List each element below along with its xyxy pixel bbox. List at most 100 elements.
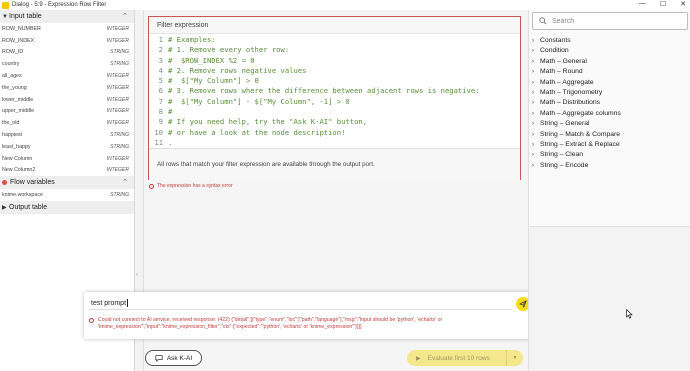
- function-category-item[interactable]: › Math – Aggregate columns: [532, 109, 621, 119]
- function-description-area: [529, 226, 690, 371]
- column-type: STRING: [110, 61, 129, 68]
- column-row[interactable]: ROW_ID STRING: [0, 47, 134, 59]
- chevron-right-icon: ›: [532, 141, 534, 148]
- code-text: .: [168, 137, 173, 147]
- chevron-right-icon: ›: [532, 131, 534, 138]
- column-row[interactable]: all_ages INTEGER: [0, 70, 134, 82]
- function-catalog-panel: Search › Constants › Condition › Math – Gener…: [528, 10, 690, 371]
- function-category-item[interactable]: › Math – Distributions: [532, 98, 621, 108]
- mouse-cursor-icon: [626, 309, 633, 319]
- search-icon: [539, 17, 547, 25]
- window-title: Dialog - 5:9 - Expression Row Filter: [12, 2, 107, 8]
- function-category-item[interactable]: › Constants: [532, 36, 621, 46]
- kai-prompt-input[interactable]: test prompt: [89, 297, 512, 310]
- function-search-input[interactable]: Search: [532, 12, 688, 30]
- collapse-caret-icon[interactable]: ⌃: [122, 178, 128, 186]
- function-category-item[interactable]: › String – Clean: [532, 150, 621, 160]
- minimize-button[interactable]: —: [639, 0, 646, 8]
- function-category-label: Math – Aggregate: [540, 78, 594, 86]
- chat-bubble-icon: [155, 355, 163, 362]
- chevron-right-icon: ›: [532, 58, 534, 65]
- function-category-item[interactable]: › Math – Round: [532, 67, 621, 77]
- column-row[interactable]: ROW_NUMBER INTEGER: [0, 23, 134, 35]
- function-category-item[interactable]: › String – General: [532, 119, 621, 129]
- chevron-right-icon: ›: [532, 162, 534, 169]
- input-table-header[interactable]: ▼ Input table ⌃: [0, 10, 134, 23]
- error-dot-icon: [2, 180, 7, 186]
- chevron-right-icon: ›: [532, 121, 534, 128]
- column-row[interactable]: ROW_INDEX INTEGER: [0, 35, 134, 47]
- editor-title: Filter expression: [149, 17, 520, 34]
- kai-error-text: Could not connect to AI service, receive…: [98, 317, 443, 330]
- code-text: #: [168, 107, 173, 117]
- column-row[interactable]: lower_middle INTEGER: [0, 94, 134, 106]
- function-category-item[interactable]: › Math – Trigonometry: [532, 88, 621, 98]
- code-line: 1 # Examples:: [149, 35, 520, 45]
- column-row[interactable]: upper_middle INTEGER: [0, 106, 134, 118]
- error-circle-icon: [149, 183, 154, 189]
- chevron-right-icon: ›: [532, 48, 534, 55]
- evaluate-dropdown-button[interactable]: ▼: [506, 350, 523, 366]
- column-row[interactable]: New Column2 INTEGER: [0, 165, 134, 177]
- code-text: # or have a look at the node description…: [168, 127, 346, 137]
- column-type: STRING: [110, 143, 129, 150]
- column-name: ROW_ID: [2, 49, 24, 56]
- column-name: ROW_NUMBER: [2, 25, 41, 32]
- function-category-label: Condition: [540, 47, 569, 55]
- kai-prompt-popup: test prompt Could not connect to AI serv…: [84, 292, 536, 339]
- function-category-item[interactable]: › String – Match & Compare: [532, 130, 621, 140]
- function-category-label: Math – General: [540, 57, 587, 65]
- code-line: 7 # $["My Column"] - $["My Column", -1] >…: [149, 97, 520, 107]
- play-icon: ▶: [416, 355, 421, 362]
- column-row[interactable]: the_old INTEGER: [0, 117, 134, 129]
- function-category-item[interactable]: › String – Encode: [532, 161, 621, 171]
- code-line: 3 # $ROW_INDEX %2 = 0: [149, 56, 520, 66]
- column-row[interactable]: country STRING: [0, 58, 134, 70]
- function-category-item[interactable]: › Math – General: [532, 57, 621, 67]
- flow-variable-row[interactable]: knime.workspace STRING: [0, 189, 134, 201]
- flow-variable-name: knime.workspace: [2, 192, 43, 199]
- code-text: # $ROW_INDEX %2 = 0: [168, 55, 255, 65]
- kai-error-message: Could not connect to AI service, receive…: [89, 317, 529, 331]
- collapse-left-icon[interactable]: ‹: [136, 272, 138, 278]
- column-name: lower_middle: [2, 96, 34, 103]
- line-number: 5: [158, 76, 163, 86]
- syntax-error-text: The expression has a syntax error: [157, 183, 233, 189]
- column-list: ROW_NUMBER INTEGER ROW_INDEX INTEGER ROW_ID S…: [0, 23, 134, 176]
- line-number: 3: [158, 55, 163, 65]
- output-table-header[interactable]: ▶ Output table: [0, 201, 134, 215]
- close-button[interactable]: ✕: [680, 0, 686, 8]
- line-number: 8: [158, 107, 163, 117]
- column-name: all_ages: [2, 73, 22, 80]
- code-text: # 2. Remove rows negative values: [168, 65, 307, 75]
- code-editor[interactable]: 1 # Examples: 2 # 1. Remove every other row…: [149, 35, 520, 147]
- code-text: # If you need help, try the "Ask K-AI" b…: [168, 117, 368, 127]
- chevron-right-icon: ›: [532, 100, 534, 107]
- column-row[interactable]: happiest STRING: [0, 129, 134, 141]
- collapse-caret-icon[interactable]: ⌃: [122, 12, 128, 20]
- column-type: INTEGER: [106, 96, 129, 103]
- code-line: 5 # $["My Column"] > 0: [149, 76, 520, 86]
- flow-variables-header[interactable]: Flow variables ⌃: [0, 176, 134, 190]
- function-category-item[interactable]: › String – Extract & Replace: [532, 140, 621, 150]
- input-table-title: Input table: [9, 13, 42, 20]
- column-type: STRING: [110, 49, 129, 56]
- column-name: ROW_INDEX: [2, 37, 35, 44]
- column-row[interactable]: the_young INTEGER: [0, 82, 134, 94]
- code-text: # 1. Remove every other row:: [168, 45, 290, 55]
- column-name: the_young: [2, 84, 27, 91]
- function-category-item[interactable]: › Condition: [532, 46, 621, 56]
- ask-kai-label: Ask K-AI: [166, 354, 193, 362]
- function-category-item[interactable]: › Math – Aggregate: [532, 78, 621, 88]
- line-number: 7: [158, 96, 163, 106]
- column-row[interactable]: least_happy STRING: [0, 141, 134, 153]
- maximize-button[interactable]: ☐: [660, 0, 666, 8]
- column-type: INTEGER: [106, 37, 129, 44]
- ask-kai-button[interactable]: Ask K-AI: [145, 350, 202, 366]
- column-row[interactable]: New Column INTEGER: [0, 153, 134, 165]
- chevron-right-icon: ›: [532, 89, 534, 96]
- evaluate-button[interactable]: ▶ Evaluate first 10 rows ▼: [407, 350, 523, 366]
- evaluate-label: Evaluate first 10 rows: [427, 354, 490, 362]
- filter-expression-editor: Filter expression 1 # Examples: 2 # 1. Remo…: [148, 16, 521, 180]
- code-line: 11.: [149, 138, 520, 147]
